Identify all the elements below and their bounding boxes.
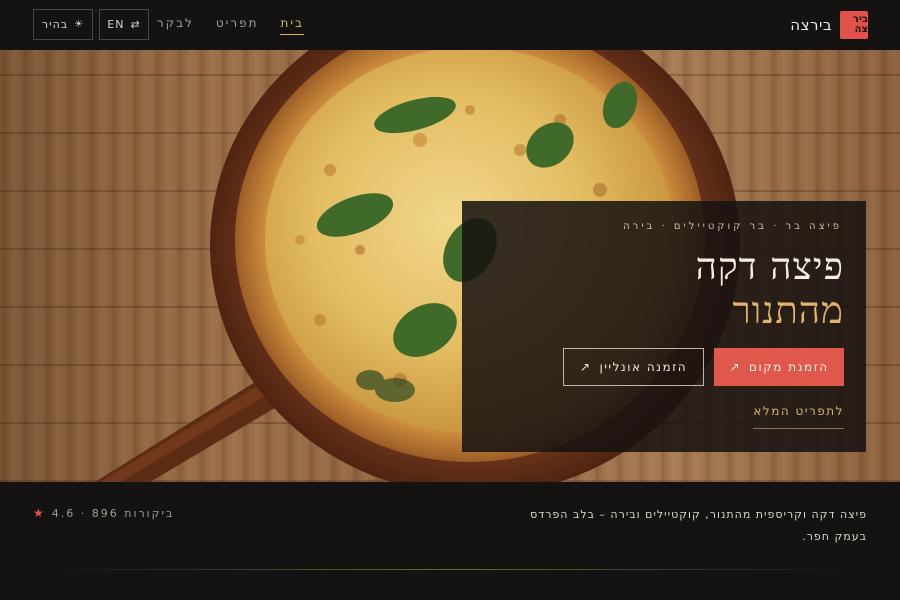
nav-item-visit[interactable]: לבקר — [157, 16, 194, 35]
swap-arrows-icon: ⇄ — [130, 18, 141, 31]
order-online-button[interactable]: הזמנה אונליין ↗ — [563, 348, 704, 386]
arrow-up-right-icon: ↗ — [729, 360, 742, 374]
rating-text: 4.6 · 896 ביקורות — [51, 506, 175, 520]
brand[interactable]: ביר צה בירצה — [790, 10, 868, 40]
hero-title-line1: פיצה דקה — [695, 245, 844, 288]
arrow-up-right-icon: ↗ — [579, 360, 592, 374]
intro-section: פיצה דקה וקריספית מהתנור, קוקטיילים וביר… — [0, 482, 900, 600]
nav-item-menu[interactable]: תפריט — [216, 16, 259, 35]
star-icon: ★ — [33, 506, 46, 520]
theme-toggle-button[interactable]: ☀ בהיר — [33, 9, 93, 40]
reserve-table-label: הזמנת מקום — [749, 360, 829, 374]
divider — [45, 569, 855, 570]
hero-title-line2: מהתנור — [732, 289, 844, 332]
brand-logo: ביר צה — [840, 11, 868, 39]
order-online-label: הזמנה אונליין — [599, 360, 688, 374]
reserve-table-button[interactable]: הזמנת מקום ↗ — [714, 348, 844, 386]
full-menu-link[interactable]: לתפריט המלא — [753, 404, 844, 429]
intro-description: פיצה דקה וקריספית מהתנור, קוקטיילים וביר… — [530, 508, 867, 543]
hero-tagline: פיצה בר · בר קוקטיילים · בירה — [623, 221, 842, 232]
brand-name: בירצה — [790, 16, 832, 34]
language-toggle-button[interactable]: EN ⇄ — [99, 9, 149, 40]
main-nav: בית תפריט לבקר — [157, 0, 304, 50]
sun-icon: ☀ — [74, 19, 85, 30]
theme-label: בהיר — [41, 18, 69, 31]
hero-card: פיצה בר · בר קוקטיילים · בירה פיצה דקה מ… — [462, 201, 866, 452]
nav-item-home[interactable]: בית — [280, 16, 304, 35]
language-label: EN — [107, 18, 125, 31]
top-header: ביר צה בירצה בית תפריט לבקר EN ⇄ ☀ בהיר — [0, 0, 900, 50]
rating-summary: ★ 4.6 · 896 ביקורות — [33, 506, 174, 520]
hero-section: פיצה בר · בר קוקטיילים · בירה פיצה דקה מ… — [0, 50, 900, 482]
